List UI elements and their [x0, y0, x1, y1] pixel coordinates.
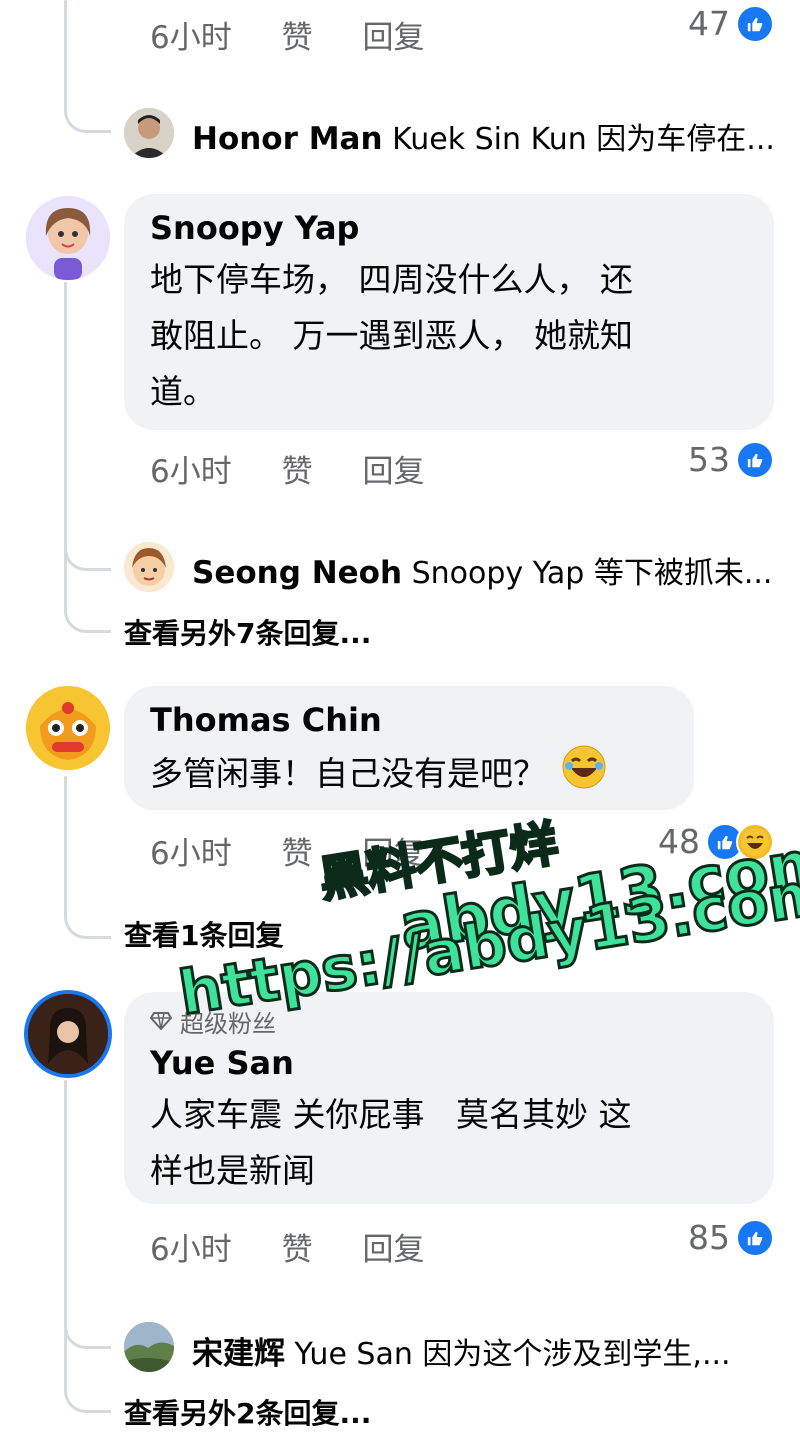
comment-line: 人家车震 关你屁事 莫名其妙 这 — [150, 1095, 632, 1134]
reply-author[interactable]: Honor Man — [192, 121, 383, 157]
reply-preview[interactable]: 宋建辉 Yue San 因为这个涉及到学生,... — [192, 1328, 782, 1373]
view-more-replies[interactable]: 查看另外2条回复... — [124, 1392, 371, 1432]
comment-bubble: 超级粉丝 Yue San 人家车震 关你屁事 莫名其妙 这 样也是新闻 — [124, 992, 774, 1204]
comment-author[interactable]: Thomas Chin — [150, 700, 668, 740]
like-button[interactable]: 赞 — [282, 1224, 313, 1269]
view-more-replies[interactable]: 查看另外7条回复... — [124, 612, 371, 652]
comment-actions: 6小时 赞 回复 — [150, 446, 424, 491]
thread-elbow — [64, 560, 111, 633]
comment-actions: 6小时 赞 回复 — [150, 12, 424, 57]
reply-button[interactable]: 回复 — [362, 12, 424, 57]
reply-button[interactable]: 回复 — [362, 446, 424, 491]
diamond-icon — [149, 1008, 173, 1036]
reply-text: Yue San 因为这个涉及到学生,... — [294, 1337, 731, 1372]
like-button[interactable]: 赞 — [282, 446, 313, 491]
reaction-number: 85 — [688, 1218, 730, 1257]
comment-line: 地下停车场， 四周没什么人， 还 — [150, 260, 633, 299]
reply-preview[interactable]: Honor Man Kuek Sin Kun 因为车停在... — [192, 114, 782, 158]
timestamp: 6小时 — [150, 836, 232, 872]
avatar[interactable] — [124, 108, 174, 158]
comment-line: 道。 — [150, 372, 216, 411]
reaction-number: 47 — [688, 4, 730, 43]
like-button[interactable]: 赞 — [282, 12, 313, 57]
laughing-emoji-icon — [561, 744, 607, 807]
comment-author[interactable]: Snoopy Yap — [150, 208, 748, 248]
reply-author[interactable]: Seong Neoh — [192, 555, 402, 591]
thumbs-up-icon — [736, 440, 774, 479]
reaction-number: 53 — [688, 440, 730, 479]
comment-bubble: Snoopy Yap 地下停车场， 四周没什么人， 还 敢阻止。 万一遇到恶人，… — [124, 194, 774, 430]
like-button[interactable]: 赞 — [282, 828, 313, 873]
timestamp: 6小时 — [150, 454, 232, 490]
comment-actions: 6小时 赞 回复 — [150, 1224, 424, 1269]
avatar[interactable] — [124, 1322, 174, 1372]
comment-author[interactable]: Yue San — [150, 1043, 748, 1083]
comment-text: 地下停车场， 四周没什么人， 还 敢阻止。 万一遇到恶人， 她就知 道。 — [150, 252, 748, 420]
comment-text: 多管闲事！自己没有是吧？ — [150, 744, 668, 807]
thumbs-up-icon — [736, 1218, 774, 1257]
avatar[interactable] — [124, 542, 174, 592]
reply-preview[interactable]: Seong Neoh Snoopy Yap 等下被抓未... — [192, 548, 782, 592]
comment-line: 敢阻止。 万一遇到恶人， 她就知 — [150, 316, 633, 355]
thread-elbow — [64, 80, 111, 133]
reply-author[interactable]: 宋建辉 — [192, 1336, 285, 1372]
reaction-count[interactable]: 53 — [688, 440, 774, 479]
thumbs-up-icon — [736, 4, 774, 43]
reply-text: Kuek Sin Kun 因为车停在... — [392, 122, 775, 157]
comment-text: 人家车震 关你屁事 莫名其妙 这 样也是新闻 — [150, 1087, 748, 1199]
timestamp: 6小时 — [150, 20, 232, 56]
comment-line: 多管闲事！自己没有是吧？ — [150, 754, 546, 793]
timestamp: 6小时 — [150, 1232, 232, 1268]
avatar[interactable] — [24, 990, 112, 1078]
avatar[interactable] — [26, 196, 110, 280]
reply-text: Snoopy Yap 等下被抓未... — [411, 556, 773, 591]
comment-bubble: Thomas Chin 多管闲事！自己没有是吧？ — [124, 686, 694, 810]
reply-button[interactable]: 回复 — [362, 1224, 424, 1269]
comment-line: 样也是新闻 — [150, 1151, 315, 1190]
thread-elbow — [64, 1340, 111, 1413]
thread-elbow — [64, 880, 111, 939]
reaction-count[interactable]: 47 — [688, 4, 774, 43]
reaction-count[interactable]: 85 — [688, 1218, 774, 1257]
avatar[interactable] — [26, 686, 110, 770]
